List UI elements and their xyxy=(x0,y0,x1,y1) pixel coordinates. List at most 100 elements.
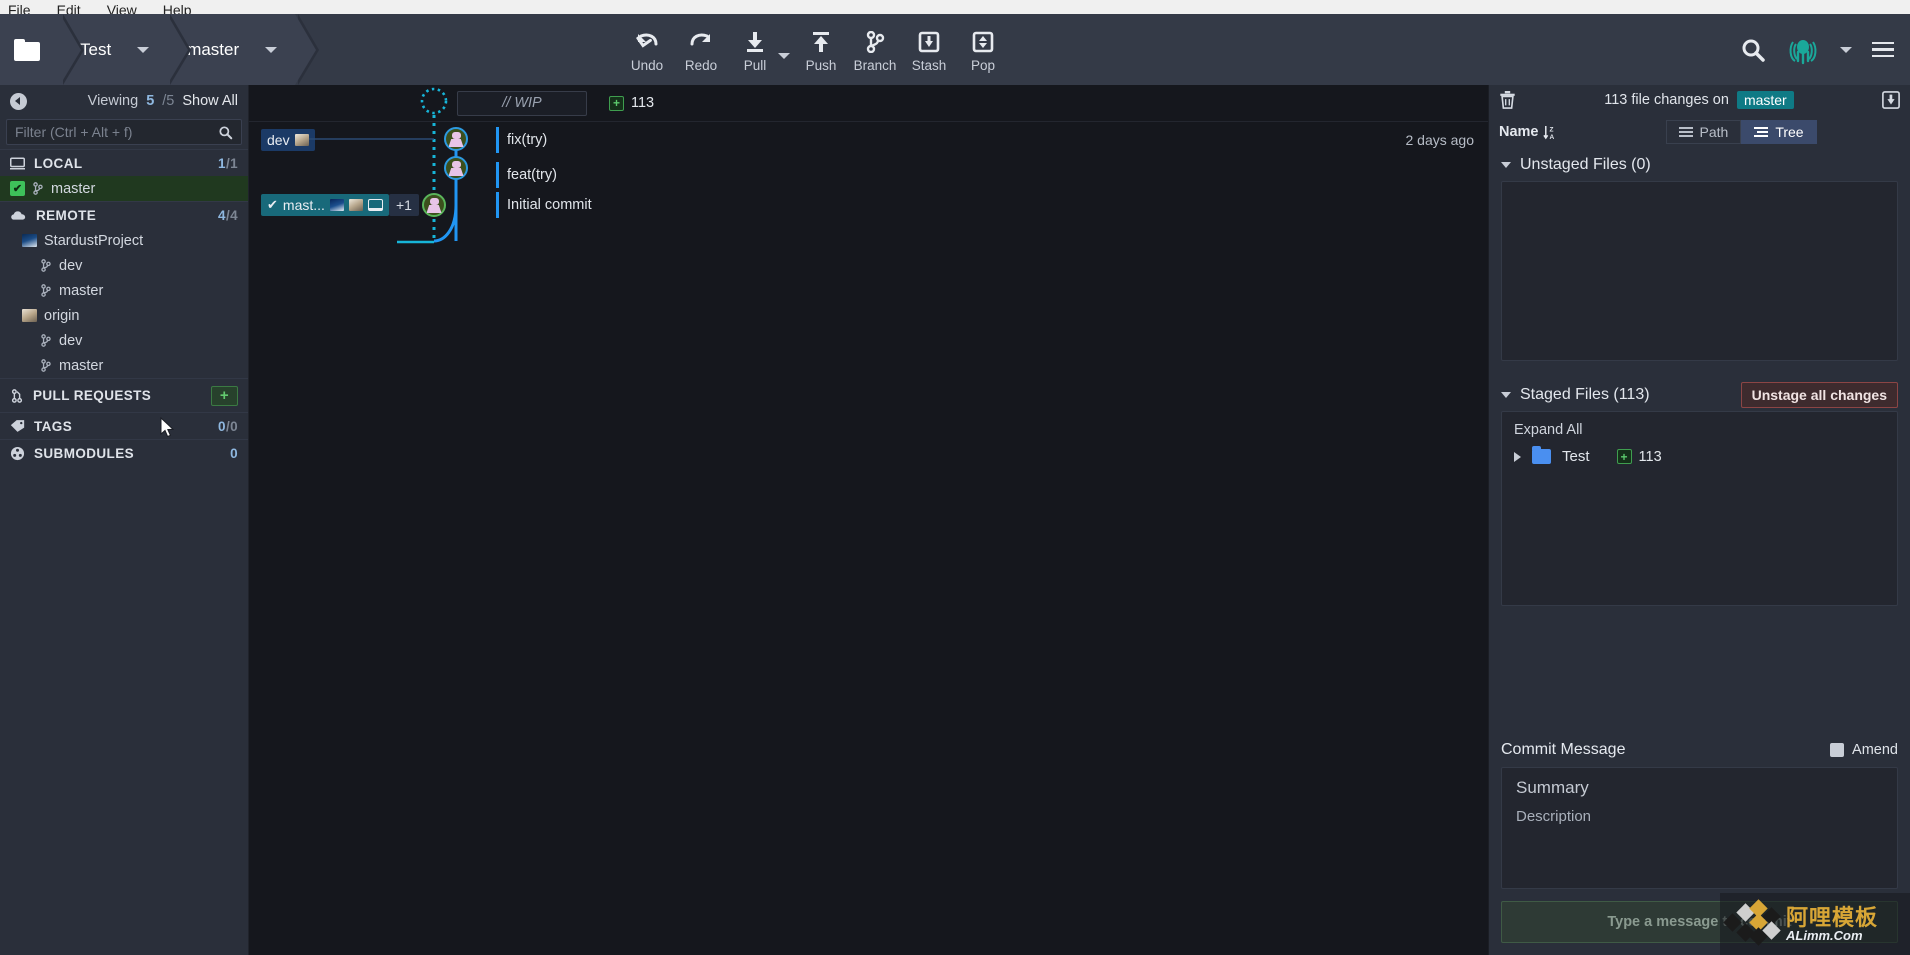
redo-button[interactable]: Redo xyxy=(674,27,728,73)
branch-icon xyxy=(41,259,51,272)
sort-by-name[interactable]: Name Z A xyxy=(1499,124,1556,140)
filter-box[interactable] xyxy=(6,119,242,145)
filter-input[interactable] xyxy=(15,124,212,140)
description-input[interactable]: Description xyxy=(1516,808,1883,825)
sidebar-section-submodules[interactable]: SUBMODULES 0 xyxy=(0,439,248,466)
sidebar-item-remote-origin[interactable]: origin xyxy=(0,303,248,328)
sidebar-section-tags[interactable]: TAGS 0/0 xyxy=(0,412,248,439)
chevron-down-icon[interactable] xyxy=(1501,392,1511,398)
show-all-button[interactable]: Show All xyxy=(182,93,238,109)
view-mode-toggle: Path Tree xyxy=(1665,120,1817,144)
repo-folder-button[interactable] xyxy=(0,14,84,85)
toolbar-right xyxy=(1740,33,1894,67)
watermark-cn-text: 阿哩模板 xyxy=(1786,904,1879,930)
viewing-count: 5 xyxy=(146,93,155,109)
graph-row-wip[interactable]: // WIP + 113 xyxy=(249,85,1488,121)
branch-ref-dev[interactable]: dev xyxy=(261,128,315,151)
staged-tree-row[interactable]: Test + 113 xyxy=(1502,444,1897,469)
staged-file-list[interactable]: Expand All Test + 113 xyxy=(1501,411,1898,606)
pull-label: Pull xyxy=(743,57,767,73)
unstaged-section-header[interactable]: Unstaged Files (0) xyxy=(1489,149,1910,181)
menu-item-view[interactable]: View xyxy=(107,3,137,14)
sidebar-item-origin-master[interactable]: master xyxy=(0,353,248,378)
undo-button[interactable]: Undo xyxy=(620,27,674,73)
menu-item-file[interactable]: File xyxy=(8,3,31,14)
graph-row-commit[interactable]: dev fix(try) 2 days ago xyxy=(249,122,1488,157)
sidebar-section-local[interactable]: LOCAL 1/1 xyxy=(0,149,248,176)
toolbar: Test master Undo Redo Pull Push Branch S… xyxy=(0,14,1910,85)
staged-section-header[interactable]: Staged Files (113) Unstage all changes xyxy=(1489,379,1910,411)
sidebar-item-local-master[interactable]: ✔ master xyxy=(0,176,248,201)
sidebar-item-origin-dev[interactable]: dev xyxy=(0,328,248,353)
tree-label: Tree xyxy=(1775,124,1804,140)
amend-label: Amend xyxy=(1852,742,1898,758)
commit-avatar[interactable] xyxy=(444,127,468,151)
amend-toggle[interactable]: Amend xyxy=(1830,742,1898,758)
section-label: REMOTE xyxy=(36,207,97,223)
folder-name: Test xyxy=(1562,448,1590,465)
push-button[interactable]: Push xyxy=(794,27,848,73)
chevron-down-icon xyxy=(265,46,278,53)
local-total: /1 xyxy=(225,155,238,171)
commit-graph: // WIP + 113 dev fix(try) 2 days ago fea… xyxy=(249,85,1488,955)
extra-refs-badge[interactable]: +1 xyxy=(389,194,419,216)
menu-item-help[interactable]: Help xyxy=(163,3,192,14)
unstaged-file-list[interactable] xyxy=(1501,181,1898,361)
sidebar-section-pull-requests[interactable]: PULL REQUESTS + xyxy=(0,378,248,412)
toolbar-actions: Undo Redo Pull Push Branch Stash Pop xyxy=(620,27,1010,73)
local-count: 1 xyxy=(218,155,226,171)
add-pull-request-button[interactable]: + xyxy=(211,385,238,406)
branch-icon xyxy=(33,182,43,195)
stash-icon xyxy=(918,31,940,52)
unstage-all-button[interactable]: Unstage all changes xyxy=(1740,382,1898,408)
section-label: LOCAL xyxy=(34,155,83,171)
pop-button[interactable]: Pop xyxy=(956,27,1010,73)
wip-change-count: + 113 xyxy=(609,95,654,111)
commit-message: fix(try) xyxy=(507,131,548,148)
branch-button[interactable]: Branch xyxy=(848,27,902,73)
ref-label: mast... xyxy=(282,197,325,213)
expand-all-button[interactable]: Expand All xyxy=(1502,412,1897,444)
commit-avatar[interactable] xyxy=(444,156,468,180)
pull-icon xyxy=(747,31,763,52)
sidebar-item-stardust-dev[interactable]: dev xyxy=(0,253,248,278)
chevron-down-icon[interactable] xyxy=(1501,162,1511,168)
search-icon[interactable] xyxy=(1740,37,1766,63)
sidebar-header: Viewing 5 /5 Show All xyxy=(0,85,248,117)
view-mode-tree[interactable]: Tree xyxy=(1741,120,1817,144)
pull-dropdown-icon[interactable] xyxy=(778,52,790,59)
checked-icon: ✔ xyxy=(10,181,25,196)
collapse-panel-icon[interactable] xyxy=(1882,91,1900,109)
branch-name: master xyxy=(59,282,104,299)
sidebar-item-remote-stardustproject[interactable]: StardustProject xyxy=(0,228,248,253)
pull-button[interactable]: Pull xyxy=(728,27,782,73)
amend-checkbox[interactable] xyxy=(1830,743,1845,757)
profile-dropdown-icon[interactable] xyxy=(1840,46,1852,53)
sidebar-section-remote[interactable]: REMOTE 4/4 xyxy=(0,201,248,228)
added-files-icon: + xyxy=(609,95,624,111)
commit-message: Initial commit xyxy=(507,196,592,213)
gitkraken-logo-icon[interactable] xyxy=(1786,33,1820,67)
remote-name: origin xyxy=(44,307,80,324)
wip-label[interactable]: // WIP xyxy=(457,90,587,116)
stash-button[interactable]: Stash xyxy=(902,27,956,73)
sidebar-item-stardust-master[interactable]: master xyxy=(0,278,248,303)
watermark-en-text: ALimm.Com xyxy=(1786,927,1863,943)
view-mode-path[interactable]: Path xyxy=(1665,120,1742,144)
menu-item-edit[interactable]: Edit xyxy=(57,3,81,14)
summary-input[interactable]: Summary xyxy=(1516,778,1883,798)
trash-icon[interactable] xyxy=(1499,91,1516,109)
search-icon[interactable] xyxy=(218,125,233,140)
branch-name: master xyxy=(51,180,96,197)
branch-name: master xyxy=(59,357,104,374)
branch-icon xyxy=(866,30,885,53)
commit-avatar[interactable] xyxy=(422,193,446,217)
hamburger-icon[interactable] xyxy=(1872,41,1894,58)
commit-message-box[interactable]: Summary Description xyxy=(1501,767,1898,889)
branch-ref-master[interactable]: ✔ mast... xyxy=(261,194,389,216)
checked-icon: ✔ xyxy=(267,197,278,212)
chevron-right-icon[interactable] xyxy=(1514,451,1521,462)
pop-icon xyxy=(972,31,994,52)
collapse-sidebar-icon[interactable] xyxy=(10,92,27,110)
tree-icon xyxy=(1754,127,1769,137)
